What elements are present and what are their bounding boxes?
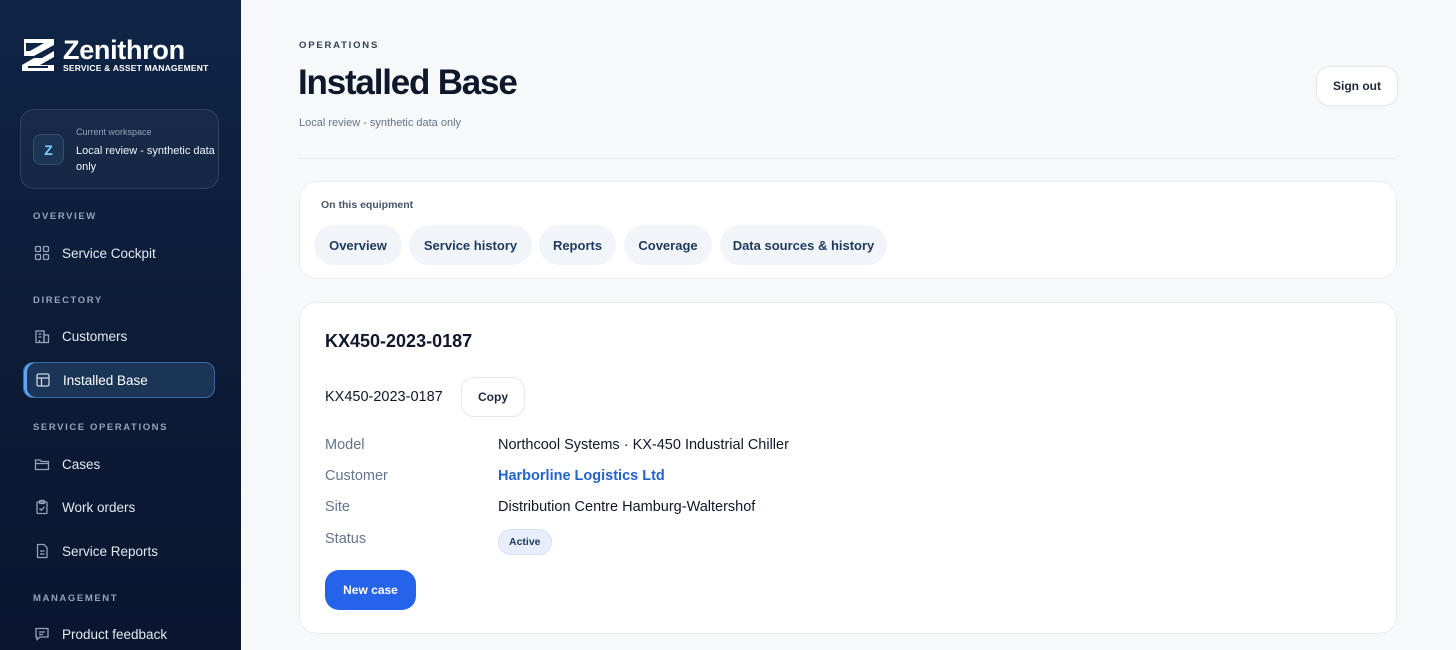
sidebar-item-customers[interactable]: Customers — [23, 318, 215, 354]
sign-out-button[interactable]: Sign out — [1316, 66, 1398, 106]
section-label-directory: DIRECTORY — [33, 295, 103, 306]
grid-icon — [34, 245, 50, 261]
brand-tagline: SERVICE & ASSET MANAGEMENT — [63, 63, 209, 73]
header-divider — [298, 158, 1396, 159]
equipment-title: KX450-2023-0187 — [325, 331, 473, 351]
tab-overview[interactable]: Overview — [314, 225, 402, 265]
copy-button[interactable]: Copy — [461, 377, 525, 417]
sidebar-item-service-reports[interactable]: Service Reports — [23, 533, 215, 569]
section-label-overview: OVERVIEW — [33, 211, 97, 222]
workspace-switcher[interactable]: Z Current workspace Local review - synth… — [20, 109, 219, 189]
field-label-model: Model — [325, 437, 365, 453]
message-icon — [34, 626, 50, 642]
page-subtitle: Local review - synthetic data only — [299, 117, 462, 129]
tab-reports[interactable]: Reports — [539, 225, 616, 265]
section-label-management: MANAGEMENT — [33, 593, 119, 604]
document-icon — [34, 543, 50, 559]
workspace-name: Local review - synthetic data only — [76, 145, 215, 173]
sidebar-item-installed-base[interactable]: Installed Base — [23, 362, 215, 398]
status-badge: Active — [498, 529, 552, 555]
section-label-service-operations: SERVICE OPERATIONS — [33, 422, 169, 433]
sidebar-item-label: Installed Base — [63, 372, 148, 388]
sidebar-item-service-cockpit[interactable]: Service Cockpit — [23, 235, 215, 271]
workspace-caption: Current workspace — [76, 127, 152, 137]
brand-name: Zenithron — [63, 35, 185, 65]
sidebar: Zenithron SERVICE & ASSET MANAGEMENT Z C… — [0, 0, 241, 650]
sidebar-item-product-feedback[interactable]: Product feedback — [23, 616, 215, 650]
zenithron-logo-icon — [22, 38, 54, 71]
field-value-model: Northcool Systems · KX-450 Industrial Ch… — [498, 437, 789, 453]
sidebar-item-label: Work orders — [62, 499, 136, 515]
tab-service-history[interactable]: Service history — [409, 225, 532, 265]
page-title: Installed Base — [298, 63, 518, 102]
workspace-avatar: Z — [33, 134, 64, 165]
folder-icon — [34, 456, 50, 472]
building-icon — [34, 328, 50, 344]
layout-icon — [35, 372, 51, 388]
sidebar-item-label: Product feedback — [62, 626, 168, 642]
field-value-site: Distribution Centre Hamburg-Waltershof — [498, 499, 756, 515]
equipment-tabs-card: On this equipment Overview Service histo… — [299, 181, 1397, 279]
tab-coverage[interactable]: Coverage — [624, 225, 712, 265]
sidebar-item-cases[interactable]: Cases — [23, 446, 215, 482]
clipboard-icon — [34, 499, 50, 515]
field-label-site: Site — [325, 499, 350, 515]
sidebar-item-work-orders[interactable]: Work orders — [23, 489, 215, 525]
customer-link[interactable]: Harborline Logistics Ltd — [498, 468, 665, 484]
new-case-button[interactable]: New case — [325, 570, 416, 610]
serial-number: KX450-2023-0187 — [325, 389, 443, 405]
tab-data-sources-history[interactable]: Data sources & history — [720, 225, 887, 265]
equipment-detail-card: KX450-2023-0187 KX450-2023-0187 Copy Mod… — [299, 302, 1397, 634]
page-eyebrow: OPERATIONS — [299, 40, 380, 51]
sidebar-item-label: Service Cockpit — [62, 245, 156, 261]
sidebar-item-label: Cases — [62, 456, 101, 472]
sidebar-item-label: Service Reports — [62, 543, 159, 559]
tabs-caption: On this equipment — [321, 199, 414, 211]
sidebar-item-label: Customers — [62, 328, 128, 344]
field-label-customer: Customer — [325, 468, 388, 484]
brand-logo[interactable]: Zenithron SERVICE & ASSET MANAGEMENT — [20, 36, 208, 73]
field-label-status: Status — [325, 531, 367, 547]
